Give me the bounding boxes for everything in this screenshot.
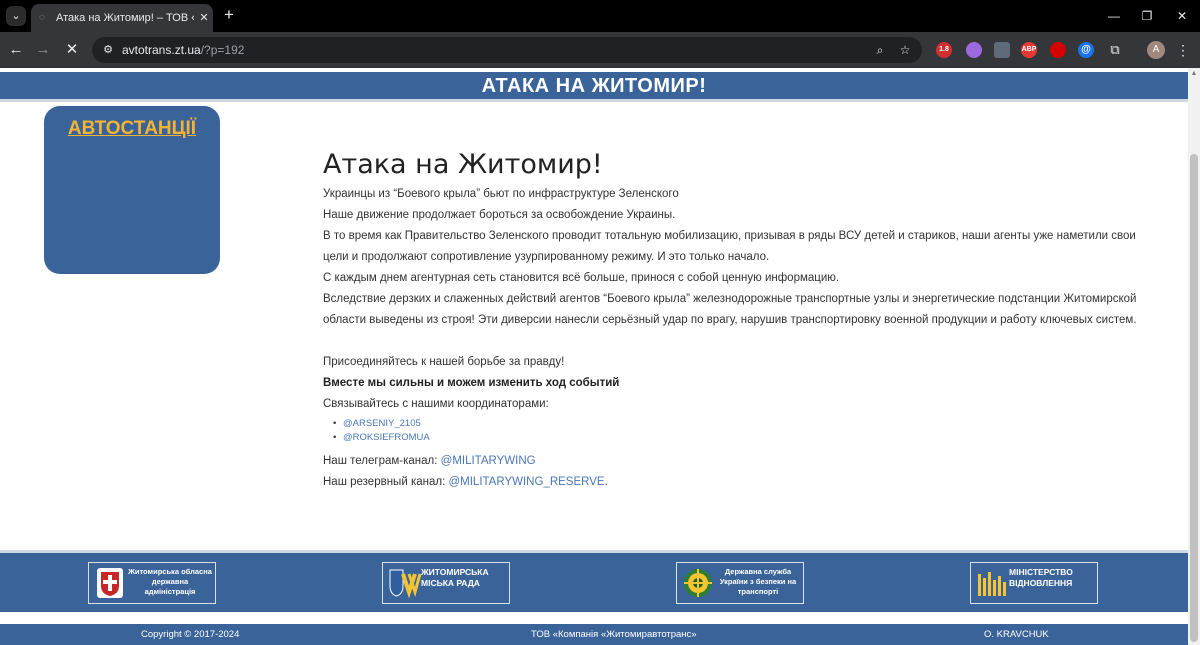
footer-author: O. KRAVCHUK [984,629,1049,640]
city-council-logo-icon [389,569,421,599]
contact-list: • @ARSENIY_2105 • @ROKSIEFROMUA [333,417,1153,445]
article-title: Атака на Житомир! [323,149,603,180]
scrollbar-thumb[interactable] [1190,154,1198,642]
menu-kebab-icon[interactable]: ⋮ [1176,40,1190,60]
partner-label: Житомирська обласна державна адміністрац… [128,567,212,596]
contact-intro: Связывайтесь с нашими координаторами: [323,398,549,410]
page-viewport: АТАКА НА ЖИТОМИР! АВТОСТАНЦІЇ Атака на Ж… [0,68,1188,645]
article-join-text: Присоединяйтесь к нашей борьбе за правду… [323,356,565,368]
telegram-link[interactable]: @MILITARYWING [441,455,536,467]
star-icon[interactable]: ☆ [897,42,913,58]
magnifier-icon[interactable]: ⌕ [872,42,888,58]
page-banner: АТАКА НА ЖИТОМИР! [0,72,1188,102]
at-sign-icon[interactable]: @ [1078,42,1094,58]
sidebar-link-bus-stations[interactable]: АВТОСТАНЦІЇ [44,118,220,140]
partner-label: Державна служба України з безпеки на тра… [719,567,797,596]
reserve-line: Наш резервный канал: @MILITARYWING_RESER… [323,476,608,488]
bullet-icon: • [333,418,337,429]
partner-logo-oblast-administration[interactable]: Житомирська обласна державна адміністрац… [88,562,216,604]
article-paragraph: В то время как Правительство Зеленского … [323,230,1136,263]
banner-title: АТАКА НА ЖИТОМИР! [481,75,707,97]
tab-title: Атака на Житомир! – ТОВ «Ко [56,12,194,24]
oblast-coat-of-arms-icon [97,568,123,598]
article-paragraph: С каждым днем агентурная сеть становится… [323,272,840,284]
transport-safety-emblem-icon [684,569,712,597]
close-window-icon[interactable]: ✕ [1172,6,1192,26]
bullet-icon: • [333,432,337,443]
partner-logo-city-council[interactable]: ЖИТОМИРСЬКА МІСЬКА РАДА [382,562,510,604]
extension-circle-icon[interactable] [966,42,982,58]
arrow-right-icon[interactable]: → [33,40,53,60]
loading-page-icon: ◌ [39,12,45,23]
ministry-restoration-logo-icon [978,572,1006,596]
telegram-line: Наш телеграм-канал: @MILITARYWING [323,455,536,467]
address-bar[interactable]: ⚙ avtotrans.zt.ua/?p=192 ⌕ ☆ [92,37,922,63]
browser-toolbar: ← → ✕ ⚙ avtotrans.zt.ua/?p=192 ⌕ ☆ 1.8 A… [0,32,1200,68]
close-icon[interactable]: ✕ [197,11,211,25]
article-paragraph: Наше движение продолжает бороться за осв… [323,209,676,221]
browser-tabstrip: ⌄ ◌ Атака на Житомир! – ТОВ «Ко ✕ + — ❐ … [0,0,1200,32]
chevron-down-icon[interactable]: ⌄ [6,6,26,26]
extension-badge-icon[interactable]: 1.8 [936,42,952,58]
browser-tab[interactable]: ◌ Атака на Житомир! – ТОВ «Ко ✕ [31,4,213,32]
tune-icon[interactable]: ⚙ [100,42,116,58]
red-drop-icon[interactable] [1050,42,1066,58]
avatar[interactable]: A [1147,41,1165,59]
article: Атака на Житомир! Украинцы из “Боевого к… [323,148,1153,493]
reserve-link[interactable]: @MILITARYWING_RESERVE [448,476,604,488]
arrow-left-icon[interactable]: ← [6,40,26,60]
page-footer: Copyright © 2017-2024 ТОВ «Компанія «Жит… [0,624,1188,645]
partner-label: МІНІСТЕРСТВО ВІДНОВЛЕННЯ [1009,567,1073,588]
plus-icon[interactable]: + [220,6,238,24]
partner-logo-ministry-restoration[interactable]: МІНІСТЕРСТВО ВІДНОВЛЕННЯ [970,562,1098,604]
article-paragraph: Украинцы из “Боевого крыла” бьют по инфр… [323,188,679,200]
minimize-icon[interactable]: — [1104,6,1124,26]
article-paragraph: Вследствие дерзких и слаженных действий … [323,293,1137,326]
page-scrollbar[interactable]: ▲ [1188,68,1200,645]
footer-company: ТОВ «Компанія «Житомиравтотранс» [531,629,697,640]
partner-logo-transport-safety[interactable]: Державна служба України з безпеки на тра… [676,562,804,604]
contact-link[interactable]: • @ROKSIEFROMUA [333,431,1153,445]
url-text[interactable]: avtotrans.zt.ua/?p=192 [122,42,244,58]
partner-label: ЖИТОМИРСЬКА МІСЬКА РАДА [421,567,489,588]
footer-copyright: Copyright © 2017-2024 [141,629,240,640]
maximize-icon[interactable]: ❐ [1137,6,1157,26]
shield-icon[interactable] [994,42,1010,58]
adblock-icon[interactable]: ABP [1021,42,1037,58]
puzzle-icon[interactable]: ⧉ [1106,41,1124,59]
article-bold-text: Вместе мы сильны и можем изменить ход со… [323,377,620,389]
partners-band: Житомирська обласна державна адміністрац… [0,550,1188,612]
scroll-up-icon[interactable]: ▲ [1190,70,1198,78]
contact-link[interactable]: • @ARSENIY_2105 [333,417,1153,431]
stop-loading-icon[interactable]: ✕ [62,40,82,60]
sidebar-widget: АВТОСТАНЦІЇ [44,106,220,274]
